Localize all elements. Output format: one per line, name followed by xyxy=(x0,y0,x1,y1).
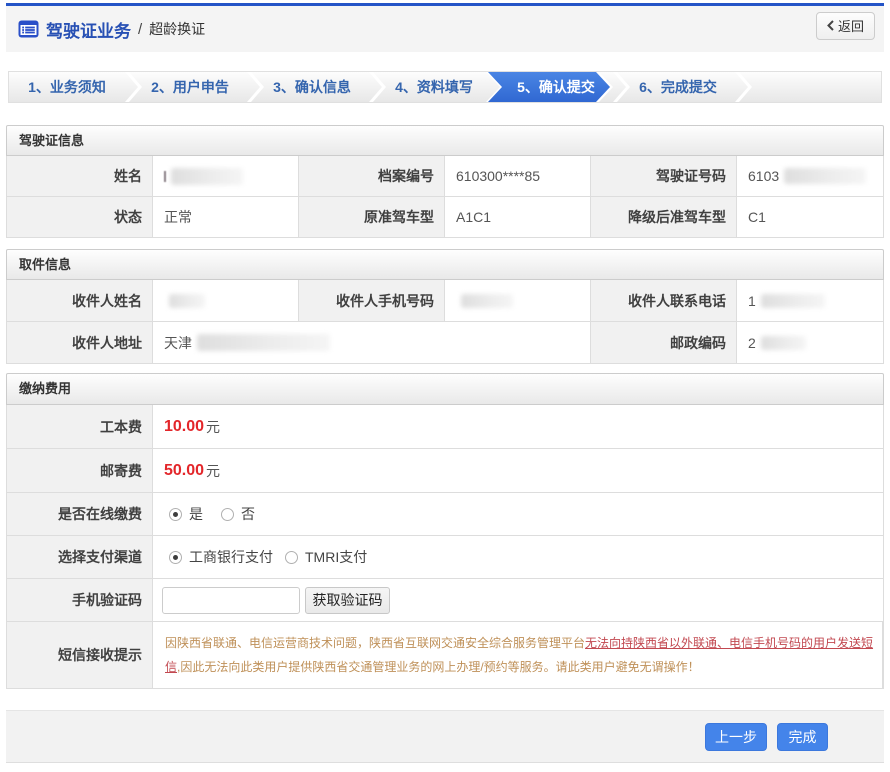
radio-channel-icbc[interactable] xyxy=(169,551,182,564)
notice-text-pre: 因陕西省联通、电信运营商技术问题，陕西省互联网交通安全综合服务管理平台 xyxy=(165,636,585,650)
chevron-left-icon xyxy=(827,20,834,31)
field-value-recipient-tel: 1 xyxy=(737,280,883,321)
previous-step-button[interactable]: 上一步 xyxy=(705,723,767,751)
back-button[interactable]: 返回 xyxy=(816,12,875,40)
post-fee-amount: 50.00 xyxy=(164,462,204,480)
get-sms-code-button[interactable]: 获取验证码 xyxy=(305,587,390,614)
section-title-pickup-info: 取件信息 xyxy=(6,249,884,280)
field-label-file-no: 档案编号 xyxy=(299,156,445,196)
field-value-recipient-name xyxy=(153,280,299,321)
field-value-recipient-mobile xyxy=(445,280,591,321)
table-row: 是否在线缴费 是 否 xyxy=(7,493,883,536)
field-value-down-class: C1 xyxy=(737,197,883,237)
radio-channel-tmri[interactable] xyxy=(285,551,298,564)
field-value-online-pay: 是 否 xyxy=(153,493,883,535)
field-value-sms-code: 获取验证码 xyxy=(153,579,883,621)
step-item-1[interactable]: 1、业务须知 xyxy=(9,72,125,102)
redacted-value xyxy=(164,171,166,182)
form-actions-bar: 上一步 完成 xyxy=(6,710,884,763)
breadcrumb-separator: / xyxy=(138,21,142,38)
field-value-address: 天津 xyxy=(153,322,591,363)
redacted-value xyxy=(761,294,825,308)
info-table: 姓名 档案编号 610300****85 驾驶证号码 6103 状态 正常 原准… xyxy=(6,156,884,238)
sms-notice-text: 因陕西省联通、电信运营商技术问题，陕西省互联网交通安全综合服务管理平台无法向持陕… xyxy=(153,622,883,688)
redacted-value xyxy=(761,336,806,350)
field-label-recipient-name: 收件人姓名 xyxy=(7,280,153,321)
section-title-license-info: 驾驶证信息 xyxy=(6,125,884,156)
step-item-2[interactable]: 2、用户申告 xyxy=(125,72,247,102)
radio-online-pay-yes[interactable] xyxy=(169,508,182,521)
table-row: 姓名 档案编号 610300****85 驾驶证号码 6103 xyxy=(7,156,883,197)
table-row: 收件人地址 天津 邮政编码 2 xyxy=(7,322,883,364)
field-label-name: 姓名 xyxy=(7,156,153,196)
radio-label-icbc[interactable]: 工商银行支付 xyxy=(189,547,273,567)
field-value-card-fee: 10.00 元 xyxy=(153,405,883,448)
field-label-recipient-mobile: 收件人手机号码 xyxy=(299,280,445,321)
notice-text-post: ,因此无法向此类用户提供陕西省交通管理业务的网上办理/预约等服务。请此类用户避免… xyxy=(177,660,700,674)
post-fee-unit: 元 xyxy=(206,461,220,481)
table-row: 选择支付渠道 工商银行支付 TMRI支付 xyxy=(7,536,883,579)
sms-code-input[interactable] xyxy=(162,587,300,614)
radio-online-pay-no[interactable] xyxy=(221,508,234,521)
page-header: 驾驶证业务 / 超龄换证 返回 xyxy=(6,6,884,52)
step-item-4[interactable]: 4、资料填写 xyxy=(369,72,491,102)
step-progress-bar: 1、业务须知 2、用户申告 3、确认信息 4、资料填写 5、确认提交 6、完成提… xyxy=(8,71,882,103)
table-row: 工本费 10.00 元 xyxy=(7,405,883,449)
breadcrumb-current: 超龄换证 xyxy=(149,19,205,39)
field-value-status: 正常 xyxy=(153,197,299,237)
field-label-sms-notice: 短信接收提示 xyxy=(7,622,153,688)
field-label-address: 收件人地址 xyxy=(7,322,153,363)
page-title: 驾驶证业务 xyxy=(46,17,131,42)
field-value-pay-channel: 工商银行支付 TMRI支付 xyxy=(153,536,883,578)
table-row: 收件人姓名 收件人手机号码 收件人联系电话 1 xyxy=(7,280,883,322)
field-label-status: 状态 xyxy=(7,197,153,237)
info-table: 收件人姓名 收件人手机号码 收件人联系电话 1 收件人地址 天津 邮政编码 2 xyxy=(6,280,884,364)
radio-label-yes[interactable]: 是 xyxy=(189,504,203,524)
redacted-value xyxy=(169,294,205,308)
step-item-3[interactable]: 3、确认信息 xyxy=(247,72,369,102)
card-fee-unit: 元 xyxy=(206,417,220,437)
field-label-recipient-tel: 收件人联系电话 xyxy=(591,280,737,321)
table-row: 手机验证码 获取验证码 xyxy=(7,579,883,622)
field-value-license-no: 6103 xyxy=(737,156,883,196)
field-label-post-fee: 邮寄费 xyxy=(7,449,153,492)
redacted-value xyxy=(784,168,866,184)
redacted-value xyxy=(197,334,330,351)
field-label-online-pay: 是否在线缴费 xyxy=(7,493,153,535)
redacted-value xyxy=(171,168,243,185)
form-list-icon xyxy=(18,20,39,38)
field-label-orig-class: 原准驾车型 xyxy=(299,197,445,237)
redacted-value xyxy=(461,294,513,308)
field-label-license-no: 驾驶证号码 xyxy=(591,156,737,196)
field-label-pay-channel: 选择支付渠道 xyxy=(7,536,153,578)
radio-label-tmri[interactable]: TMRI支付 xyxy=(305,547,367,567)
card-fee-amount: 10.00 xyxy=(164,418,204,436)
field-label-card-fee: 工本费 xyxy=(7,405,153,448)
field-value-zip: 2 xyxy=(737,322,883,363)
step-item-6[interactable]: 6、完成提交 xyxy=(613,72,735,102)
field-value-name xyxy=(153,156,299,196)
field-value-file-no: 610300****85 xyxy=(445,156,591,196)
table-row: 短信接收提示 因陕西省联通、电信运营商技术问题，陕西省互联网交通安全综合服务管理… xyxy=(7,622,883,689)
field-label-zip: 邮政编码 xyxy=(591,322,737,363)
info-table: 工本费 10.00 元 邮寄费 50.00 元 是否在线缴费 是 xyxy=(6,405,884,689)
table-row: 状态 正常 原准驾车型 A1C1 降级后准驾车型 C1 xyxy=(7,197,883,238)
field-label-down-class: 降级后准驾车型 xyxy=(591,197,737,237)
section-license-info: 驾驶证信息 姓名 档案编号 610300****85 驾驶证号码 6103 状态… xyxy=(6,125,884,238)
field-label-sms-code: 手机验证码 xyxy=(7,579,153,621)
page-container: 驾驶证业务 / 超龄换证 返回 1、业务须知 2、用户申告 3、确认信息 4、资… xyxy=(6,3,884,763)
step-item-5-active[interactable]: 5、确认提交 xyxy=(488,72,610,102)
field-value-post-fee: 50.00 元 xyxy=(153,449,883,492)
table-row: 邮寄费 50.00 元 xyxy=(7,449,883,493)
radio-label-no[interactable]: 否 xyxy=(241,504,255,524)
step-separator xyxy=(735,72,752,102)
back-button-label: 返回 xyxy=(838,16,864,35)
field-value-orig-class: A1C1 xyxy=(445,197,591,237)
section-title-fees: 缴纳费用 xyxy=(6,373,884,405)
finish-button[interactable]: 完成 xyxy=(777,723,828,751)
section-fees: 缴纳费用 工本费 10.00 元 邮寄费 50.00 元 是否在线缴费 xyxy=(6,373,884,689)
section-pickup-info: 取件信息 收件人姓名 收件人手机号码 收件人联系电话 1 收件人地址 天津 邮政… xyxy=(6,249,884,364)
